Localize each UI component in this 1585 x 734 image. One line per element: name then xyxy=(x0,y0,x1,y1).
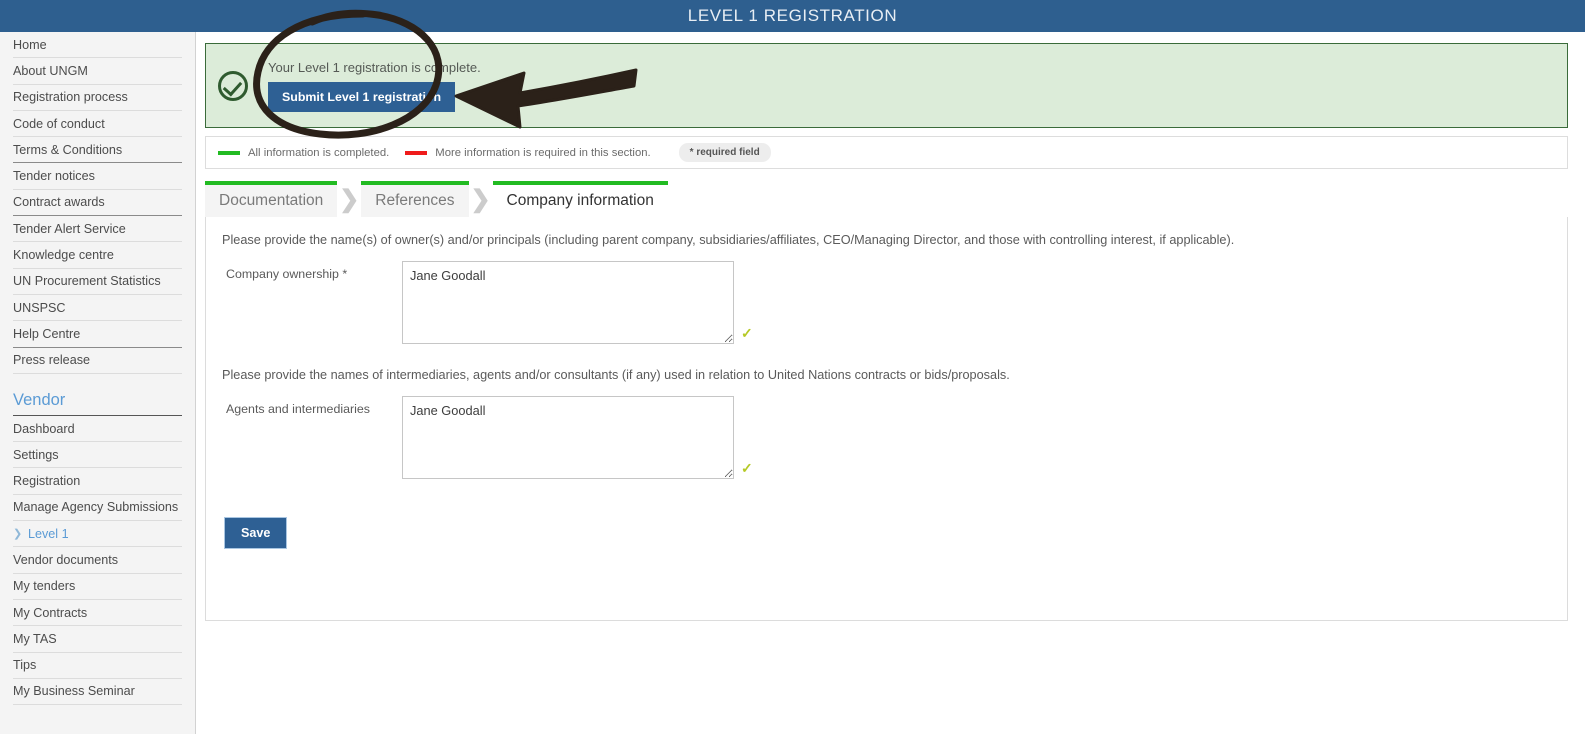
agents-intermediaries-textarea[interactable] xyxy=(402,396,734,479)
company-ownership-input-group: ✓ xyxy=(402,261,753,344)
page-root: LEVEL 1 REGISTRATION Home About UNGM Reg… xyxy=(0,0,1585,734)
banner-body: Your Level 1 registration is complete. S… xyxy=(268,60,481,112)
banner-message: Your Level 1 registration is complete. xyxy=(268,59,481,75)
sidebar-item-dashboard[interactable]: Dashboard xyxy=(13,416,182,443)
sidebar-item-label: Help Centre xyxy=(13,326,81,341)
section-tabs: Documentation ❯ References ❯ Company inf… xyxy=(205,181,1568,217)
sidebar-item-label: Terms & Conditions xyxy=(13,142,123,157)
sidebar-item-registration[interactable]: Registration xyxy=(13,468,182,495)
sidebar-item-press-release[interactable]: Press release xyxy=(13,348,182,374)
sidebar-item-settings[interactable]: Settings xyxy=(13,442,182,469)
sidebar-item-code-of-conduct[interactable]: Code of conduct xyxy=(13,111,182,138)
page-header: LEVEL 1 REGISTRATION xyxy=(0,0,1585,32)
sidebar: Home About UNGM Registration process Cod… xyxy=(0,32,196,734)
main-content: Your Level 1 registration is complete. S… xyxy=(196,32,1585,734)
tab-references[interactable]: References xyxy=(361,181,469,217)
sidebar-item-home[interactable]: Home xyxy=(13,32,182,59)
sidebar-item-un-procurement-statistics[interactable]: UN Procurement Statistics xyxy=(13,269,182,295)
sidebar-item-level-1[interactable]: ❯ Level 1 xyxy=(13,521,182,548)
sidebar-item-about-ungm[interactable]: About UNGM xyxy=(13,58,182,85)
sidebar-item-label: UNSPSC xyxy=(13,300,66,315)
registration-complete-banner: Your Level 1 registration is complete. S… xyxy=(205,43,1568,128)
required-field-badge: * required field xyxy=(678,143,771,162)
tab-company-information[interactable]: Company information xyxy=(492,181,668,217)
sidebar-item-label: My Business Seminar xyxy=(13,684,135,699)
sidebar-item-my-tenders[interactable]: My tenders xyxy=(13,574,182,600)
submit-level-1-registration-button[interactable]: Submit Level 1 registration xyxy=(268,81,456,112)
sidebar-item-label: Tips xyxy=(13,658,37,673)
sidebar-item-tips[interactable]: Tips xyxy=(13,653,182,679)
sidebar-item-my-business-seminar[interactable]: My Business Seminar xyxy=(13,679,182,706)
save-button[interactable]: Save xyxy=(224,517,288,549)
company-information-panel: Please provide the name(s) of owner(s) a… xyxy=(205,217,1568,621)
sidebar-item-tender-alert-service[interactable]: Tender Alert Service xyxy=(13,216,182,243)
sidebar-item-label: Code of conduct xyxy=(13,116,105,131)
sidebar-item-label: Press release xyxy=(13,353,90,368)
valid-check-icon: ✓ xyxy=(741,325,753,341)
tab-chevron-icon: ❯ xyxy=(470,185,491,213)
sidebar-item-label: UN Procurement Statistics xyxy=(13,274,161,289)
valid-check-icon: ✓ xyxy=(741,460,753,476)
agents-intermediaries-field: Agents and intermediaries ✓ xyxy=(222,396,1551,479)
sidebar-section-vendor: Vendor xyxy=(13,386,182,416)
red-dash-icon xyxy=(405,150,428,155)
company-ownership-textarea[interactable] xyxy=(402,261,734,344)
agents-intermediaries-input-group: ✓ xyxy=(402,396,753,479)
sidebar-item-label: Home xyxy=(13,37,47,52)
sidebar-item-label: About UNGM xyxy=(13,63,88,78)
tab-label: Company information xyxy=(506,192,654,209)
status-legend: All information is completed. More infor… xyxy=(205,136,1568,169)
tab-chevron-icon: ❯ xyxy=(339,185,360,213)
sidebar-item-unspsc[interactable]: UNSPSC xyxy=(13,295,182,322)
sidebar-item-label: Tender Alert Service xyxy=(13,221,126,236)
page-title: LEVEL 1 REGISTRATION xyxy=(687,6,898,25)
tab-label: Documentation xyxy=(219,192,324,209)
company-ownership-label: Company ownership * xyxy=(226,267,348,281)
tab-documentation[interactable]: Documentation xyxy=(205,181,338,217)
sidebar-item-label: Vendor documents xyxy=(13,552,119,567)
intermediaries-instruction: Please provide the names of intermediari… xyxy=(222,368,1010,382)
sidebar-item-contract-awards[interactable]: Contract awards xyxy=(13,190,182,217)
agents-intermediaries-label: Agents and intermediaries xyxy=(226,402,370,416)
legend-complete: All information is completed. xyxy=(218,147,389,159)
sidebar-item-label: Registration process xyxy=(13,90,128,105)
sidebar-item-help-centre[interactable]: Help Centre xyxy=(13,321,182,348)
sidebar-item-knowledge-centre[interactable]: Knowledge centre xyxy=(13,242,182,269)
sidebar-item-label: My Contracts xyxy=(13,605,88,620)
sidebar-item-label: Contract awards xyxy=(13,195,105,210)
sidebar-item-vendor-documents[interactable]: Vendor documents xyxy=(13,547,182,574)
sidebar-item-label: Knowledge centre xyxy=(13,248,114,263)
sidebar-item-label: Registration xyxy=(13,474,81,489)
check-circle-icon xyxy=(218,70,248,101)
sidebar-item-label: Dashboard xyxy=(13,421,75,436)
sidebar-item-my-contracts[interactable]: My Contracts xyxy=(13,600,182,627)
green-dash-icon xyxy=(218,150,240,155)
legend-complete-label: All information is completed. xyxy=(248,146,390,159)
legend-required-label: More information is required in this sec… xyxy=(435,146,651,159)
sidebar-item-manage-agency-submissions[interactable]: Manage Agency Submissions xyxy=(13,495,182,522)
sidebar-item-my-tas[interactable]: My TAS xyxy=(13,626,182,653)
sidebar-item-registration-process[interactable]: Registration process xyxy=(13,85,182,111)
sidebar-item-tender-notices[interactable]: Tender notices xyxy=(13,163,182,190)
sidebar-item-label: My TAS xyxy=(13,631,57,646)
sidebar-item-label: Tender notices xyxy=(13,169,95,184)
tab-label: References xyxy=(375,192,455,209)
sidebar-item-label: Manage Agency Submissions xyxy=(13,500,179,515)
sidebar-item-label: My tenders xyxy=(13,579,76,594)
chevron-right-icon: ❯ xyxy=(13,528,23,541)
sidebar-item-label: Level 1 xyxy=(28,526,69,541)
sidebar-item-label: Settings xyxy=(13,447,59,462)
company-ownership-field: Company ownership * ✓ xyxy=(222,261,1551,344)
legend-required: More information is required in this sec… xyxy=(405,146,651,159)
sidebar-item-terms-conditions[interactable]: Terms & Conditions xyxy=(13,137,182,164)
ownership-instruction: Please provide the name(s) of owner(s) a… xyxy=(222,233,1235,247)
